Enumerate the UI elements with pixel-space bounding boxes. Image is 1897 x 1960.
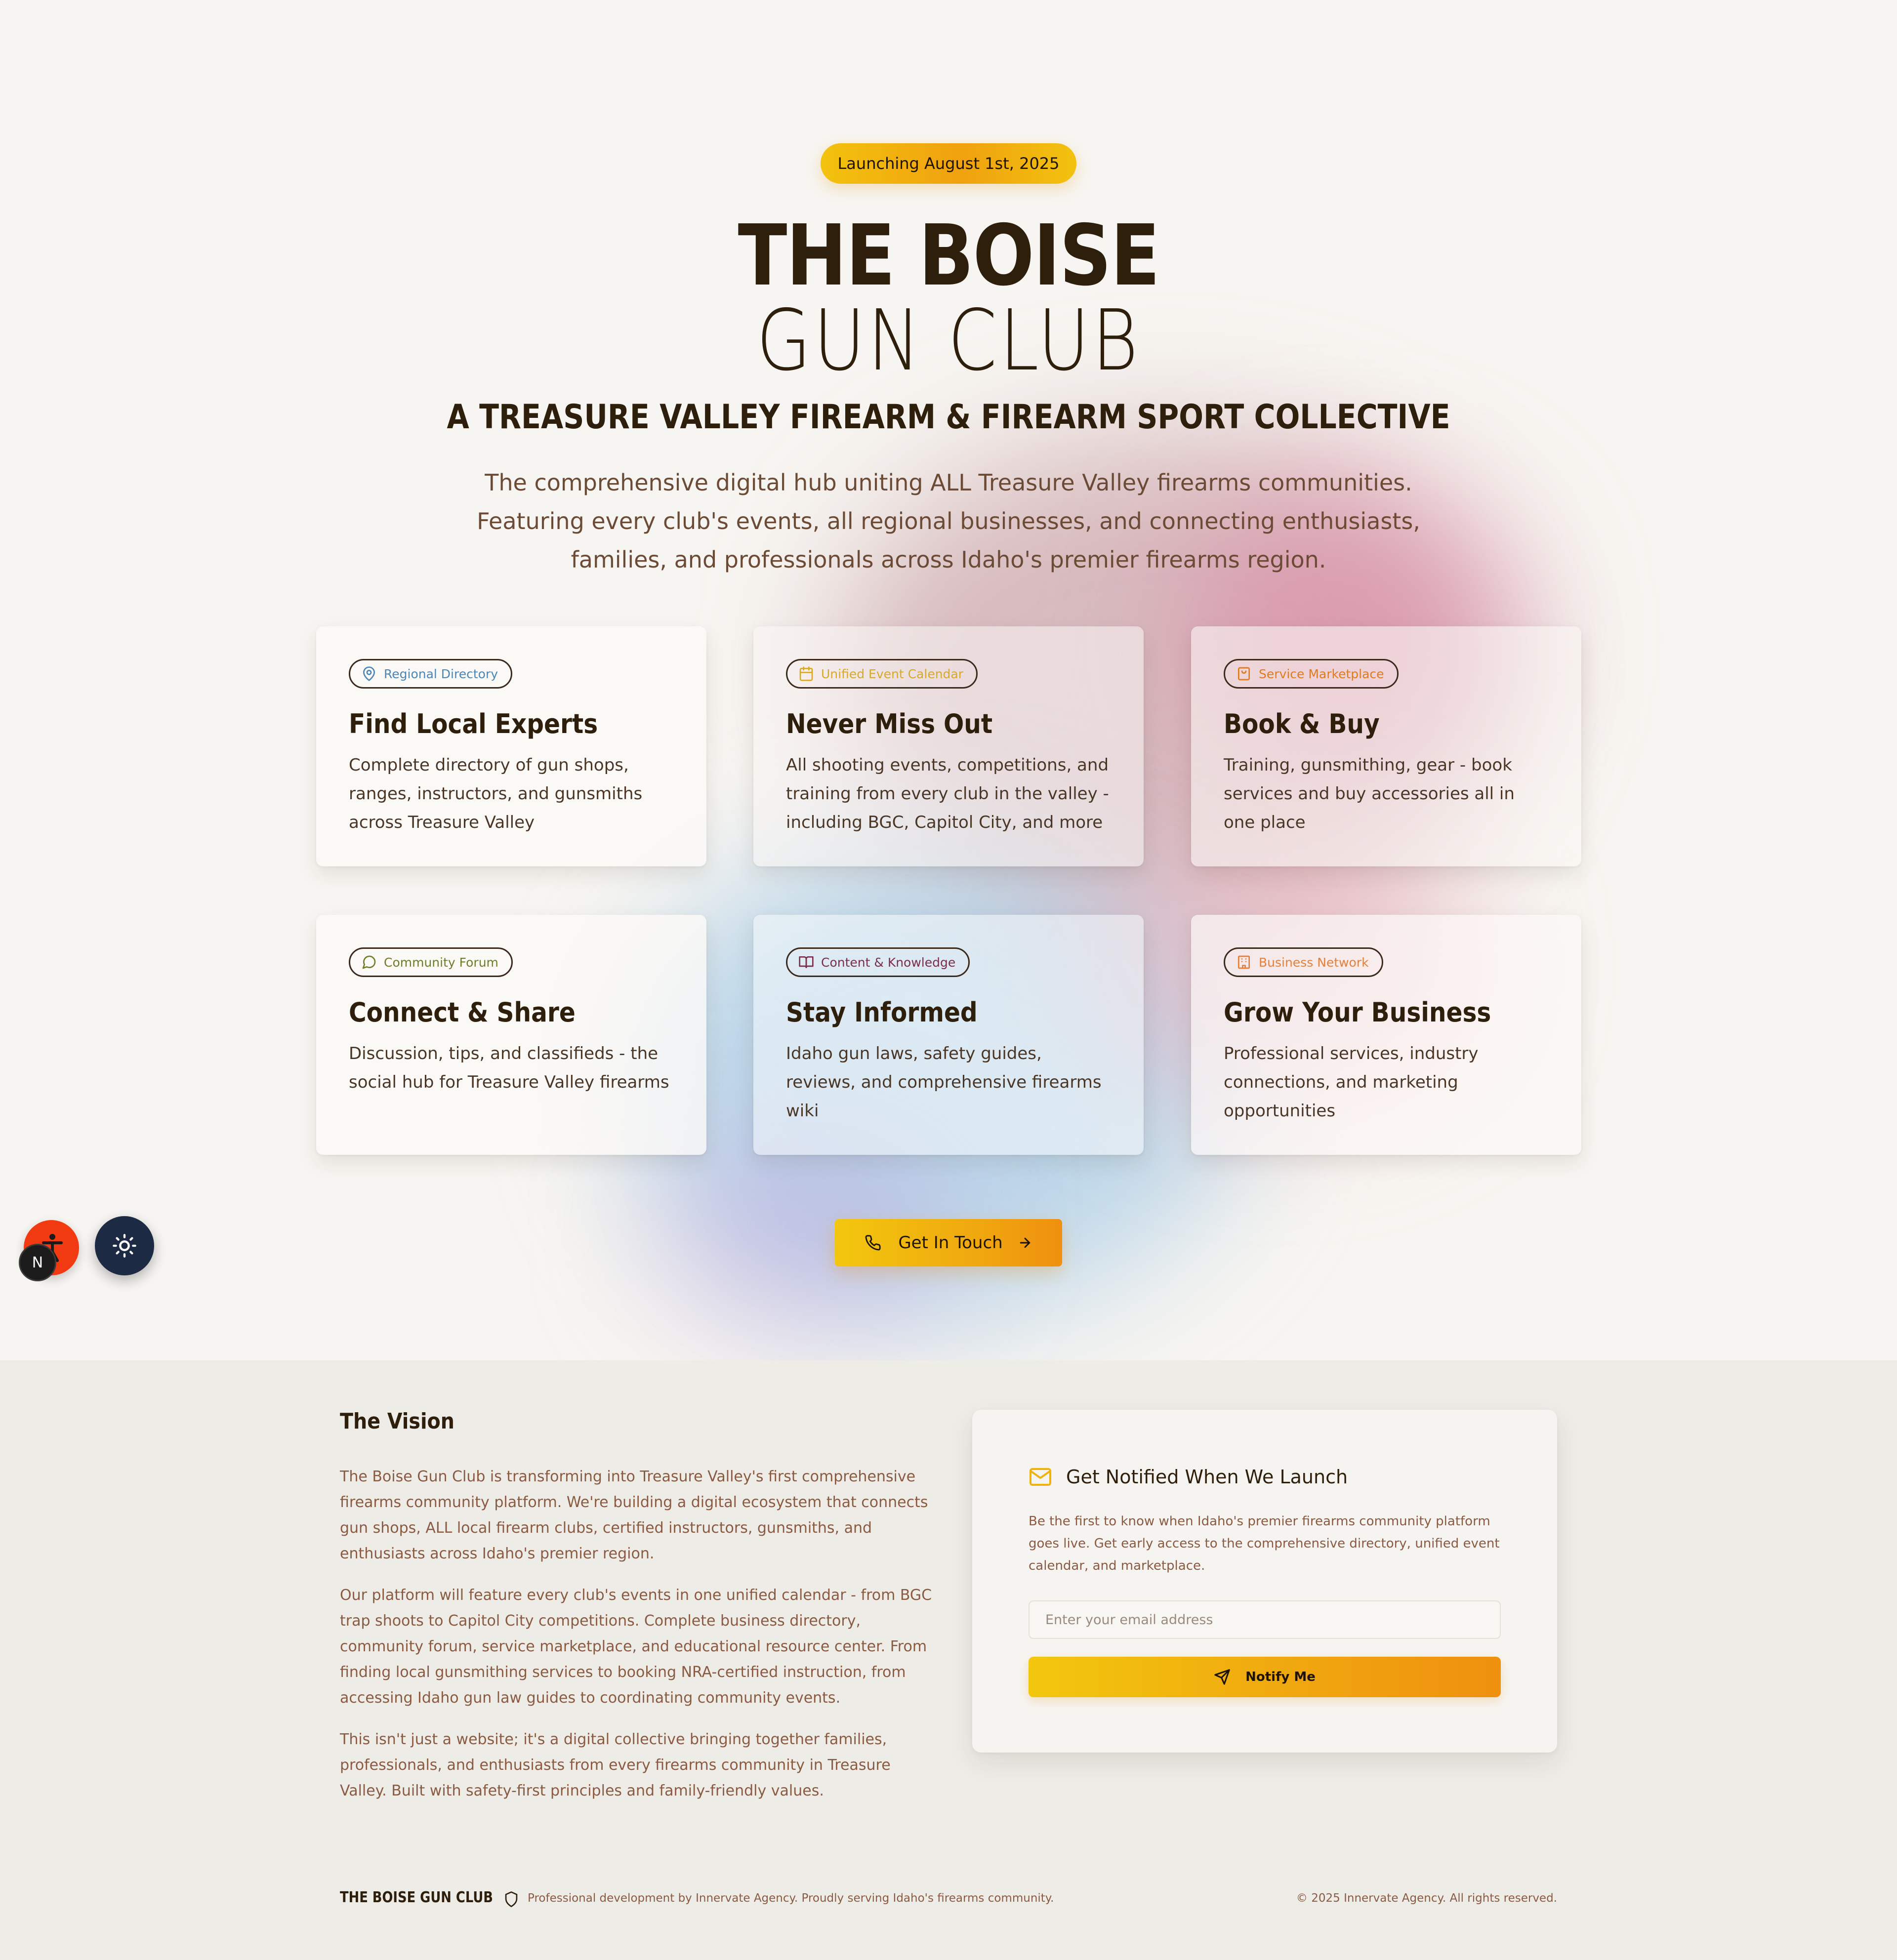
feature-description: Professional services, industry connecti… bbox=[1224, 1044, 1479, 1121]
feature-card-business: Business Network Grow Your Business Prof… bbox=[1191, 915, 1581, 1155]
feature-tag: Regional Directory bbox=[349, 659, 513, 689]
feature-title: Never Miss Out bbox=[786, 708, 993, 739]
footer-brand: THE BOISE GUN CLUB bbox=[340, 1889, 493, 1906]
theme-toggle-button[interactable] bbox=[95, 1216, 154, 1275]
building-icon bbox=[1238, 955, 1250, 969]
footer-credit: Professional development by Innervate Ag… bbox=[528, 1892, 1054, 1905]
notify-heading: Get Notified When We Launch bbox=[1066, 1466, 1348, 1488]
feature-tag-label: Unified Event Calendar bbox=[821, 666, 964, 681]
feature-tag-label: Community Forum bbox=[384, 955, 498, 970]
feature-card-directory: Regional Directory Find Local Experts Co… bbox=[316, 626, 706, 866]
feature-card-calendar: Unified Event Calendar Never Miss Out Al… bbox=[753, 626, 1144, 866]
calendar-icon bbox=[799, 666, 813, 681]
footer-copyright: © 2025 Innervate Agency. All rights rese… bbox=[1296, 1892, 1557, 1905]
notify-me-button[interactable]: Notify Me bbox=[1029, 1657, 1501, 1697]
feature-tag: Service Marketplace bbox=[1224, 659, 1399, 689]
site-title-secondary: GUN CLUB bbox=[152, 291, 1745, 390]
sun-icon bbox=[113, 1234, 136, 1258]
feature-title: Stay Informed bbox=[786, 997, 978, 1028]
chat-bubble-icon bbox=[362, 955, 376, 969]
notify-signup-card: Get Notified When We Launch Be the first… bbox=[972, 1410, 1557, 1753]
shopping-bag-icon bbox=[1238, 667, 1250, 681]
map-pin-icon bbox=[363, 666, 375, 681]
launch-date-badge: Launching August 1st, 2025 bbox=[821, 143, 1076, 184]
get-in-touch-button[interactable]: Get In Touch bbox=[835, 1219, 1062, 1266]
email-input[interactable] bbox=[1029, 1600, 1501, 1639]
vision-paragraph: This isn't just a website; it's a digita… bbox=[340, 1731, 891, 1799]
feature-tag: Community Forum bbox=[349, 947, 513, 977]
book-open-icon bbox=[799, 956, 814, 968]
shield-icon bbox=[505, 1891, 518, 1907]
feature-description: Idaho gun laws, safety guides, reviews, … bbox=[786, 1044, 1102, 1121]
notify-heading-row: Get Notified When We Launch bbox=[1029, 1466, 1348, 1488]
site-title-primary: THE BOISE bbox=[738, 207, 1160, 305]
vision-paragraph: The Boise Gun Club is transforming into … bbox=[340, 1468, 928, 1562]
notify-me-label: Notify Me bbox=[1245, 1670, 1316, 1684]
mail-icon bbox=[1030, 1468, 1051, 1486]
phone-icon bbox=[865, 1235, 881, 1251]
feature-tag: Business Network bbox=[1224, 947, 1383, 977]
feature-tag-label: Regional Directory bbox=[384, 666, 498, 681]
send-icon bbox=[1214, 1669, 1230, 1685]
feature-description: Complete directory of gun shops, ranges,… bbox=[349, 755, 643, 832]
feature-tag: Content & Knowledge bbox=[786, 947, 970, 977]
site-title-secondary-text: GUN CLUB bbox=[756, 292, 1141, 390]
feature-description: Discussion, tips, and classifieds - the … bbox=[349, 1044, 669, 1092]
feature-title: Book & Buy bbox=[1224, 708, 1380, 739]
feature-title: Connect & Share bbox=[349, 997, 576, 1028]
arrow-right-icon bbox=[1020, 1237, 1030, 1248]
vision-section bbox=[0, 1360, 1897, 1960]
hero-description: The comprehensive digital hub uniting AL… bbox=[477, 469, 1420, 573]
feature-title: Grow Your Business bbox=[1224, 997, 1491, 1028]
feature-title: Find Local Experts bbox=[349, 708, 598, 739]
feature-tag-label: Service Marketplace bbox=[1259, 666, 1384, 681]
vision-paragraph: Our platform will feature every club's e… bbox=[340, 1587, 932, 1707]
nextjs-dev-badge[interactable]: N bbox=[19, 1244, 56, 1281]
feature-card-knowledge: Content & Knowledge Stay Informed Idaho … bbox=[753, 915, 1144, 1155]
vision-heading: The Vision bbox=[340, 1409, 454, 1434]
get-in-touch-label: Get In Touch bbox=[898, 1233, 1003, 1253]
feature-tag-label: Business Network bbox=[1259, 955, 1369, 970]
feature-tag-label: Content & Knowledge bbox=[821, 955, 956, 970]
hero-subtitle: A TREASURE VALLEY FIREARM & FIREARM SPOR… bbox=[447, 398, 1450, 437]
feature-card-marketplace: Service Marketplace Book & Buy Training,… bbox=[1191, 626, 1581, 866]
notify-description: Be the first to know when Idaho's premie… bbox=[1029, 1514, 1500, 1573]
feature-description: Training, gunsmithing, gear - book servi… bbox=[1224, 755, 1515, 832]
feature-tag: Unified Event Calendar bbox=[786, 659, 978, 689]
feature-card-forum: Community Forum Connect & Share Discussi… bbox=[316, 915, 706, 1155]
feature-description: All shooting events, competitions, and t… bbox=[786, 755, 1109, 832]
